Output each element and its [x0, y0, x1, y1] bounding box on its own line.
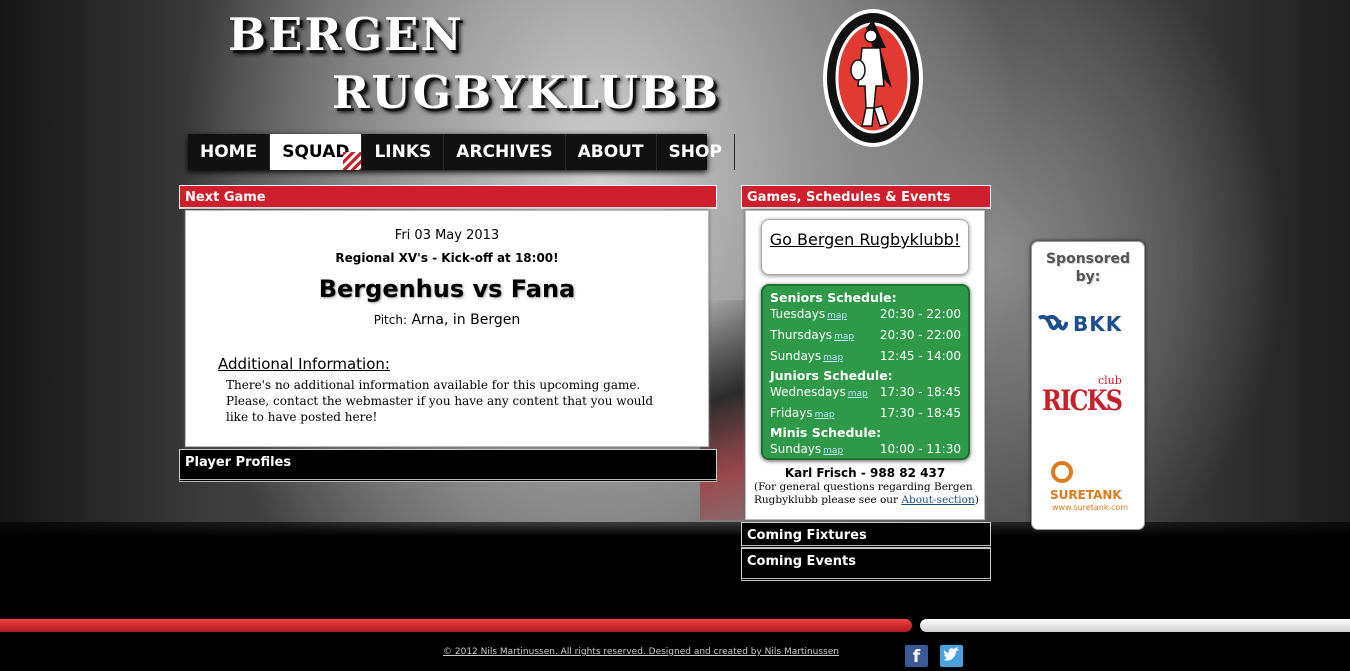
- game-date: Fri 03 May 2013: [394, 228, 500, 243]
- game-teams: Bergenhus vs Fana: [318, 275, 576, 303]
- suretank-flame-icon: [1051, 461, 1073, 483]
- schedule-row: Fridays map 17:30 - 18:45: [770, 404, 961, 425]
- player-profiles-heading[interactable]: Player Profiles: [179, 449, 717, 482]
- twitter-bird-icon: [943, 647, 959, 661]
- ricks-logo-text: RICKS: [1042, 384, 1123, 417]
- coming-fixtures-heading[interactable]: Coming Fixtures: [741, 522, 991, 548]
- map-link[interactable]: map: [823, 446, 843, 456]
- sponsor-box: Sponsored by: BKK club RICKS SURETANK ww…: [1031, 241, 1145, 530]
- bkk-logo-text: BKK: [1073, 312, 1123, 336]
- contact-name: Karl Frisch - 988 82 437: [784, 466, 946, 480]
- seniors-title: Seniors Schedule:: [770, 290, 897, 305]
- suretank-logo-text: SURETANK: [1050, 488, 1122, 502]
- sponsor-bkk-logo[interactable]: BKK: [1036, 312, 1142, 336]
- twitter-icon[interactable]: [940, 645, 963, 667]
- coming-events-heading[interactable]: Coming Events: [741, 548, 991, 581]
- schedule-row: Tuesdays map 20:30 - 22:00: [770, 305, 961, 326]
- schedule-row: Thursdays map 20:30 - 22:00: [770, 326, 961, 347]
- juniors-title: Juniors Schedule:: [770, 368, 893, 383]
- main-nav: HOME SQUAD LINKS ARCHIVES ABOUT SHOP: [188, 134, 735, 170]
- suretank-url-text: www.suretank.com: [1052, 503, 1129, 512]
- coming-fixtures-label: Coming Fixtures: [747, 528, 867, 543]
- site-title-line1[interactable]: BERGEN: [228, 8, 464, 61]
- map-link[interactable]: map: [827, 311, 847, 321]
- schedule-row: Sundays map 12:45 - 14:00: [770, 347, 961, 368]
- map-link[interactable]: map: [848, 389, 868, 399]
- nav-archives[interactable]: ARCHIVES: [444, 134, 566, 170]
- sponsor-title: Sponsored by:: [1045, 251, 1131, 285]
- facebook-icon[interactable]: f: [905, 645, 928, 667]
- day-label: Thursdays: [770, 328, 833, 342]
- time-label: 17:30 - 18:45: [879, 406, 961, 420]
- pitch-label: Pitch:: [373, 313, 408, 327]
- game-type: Regional XV's - Kick-off at 18:00!: [335, 251, 559, 265]
- next-game-panel: Fri 03 May 2013 Regional XV's - Kick-off…: [185, 210, 709, 447]
- day-label: Tuesdays: [770, 307, 826, 321]
- coming-events-label: Coming Events: [747, 554, 856, 569]
- footer-red-bar: [0, 619, 912, 632]
- map-link[interactable]: map: [815, 410, 835, 420]
- contact-note: (For general questions regarding Bergen …: [754, 481, 979, 507]
- day-label: Sundays: [770, 442, 822, 456]
- day-label: Fridays: [770, 406, 813, 420]
- nav-about[interactable]: ABOUT: [566, 134, 657, 170]
- time-label: 12:45 - 14:00: [879, 349, 961, 363]
- nav-shop[interactable]: SHOP: [657, 134, 735, 170]
- time-label: 20:30 - 22:00: [879, 307, 961, 321]
- sponsor-ricks-logo[interactable]: club RICKS: [1040, 374, 1140, 420]
- contact-note-close: ): [974, 494, 979, 506]
- time-label: 17:30 - 18:45: [879, 385, 961, 399]
- background-bottom-fade: [0, 522, 1350, 667]
- schedules-heading: Games, Schedules & Events: [741, 185, 991, 209]
- day-label: Wednesdays: [770, 385, 846, 399]
- about-section-link[interactable]: About-section: [901, 494, 974, 506]
- sponsor-suretank-logo[interactable]: SURETANK www.suretank.com: [1036, 460, 1142, 516]
- map-link[interactable]: map: [834, 332, 854, 342]
- schedule-row: Sundays map 10:00 - 11:30: [770, 440, 961, 461]
- map-link[interactable]: map: [823, 353, 843, 363]
- schedule-row: Wednesdays map 17:30 - 18:45: [770, 383, 961, 404]
- next-game-heading: Next Game: [179, 185, 717, 209]
- minis-title: Minis Schedule:: [770, 425, 882, 440]
- schedules-panel: Go Bergen Rugbyklubb! Seniors Schedule: …: [745, 210, 985, 520]
- footer-white-bar: [920, 619, 1350, 632]
- go-bergen-button[interactable]: Go Bergen Rugbyklubb!: [761, 219, 969, 275]
- site-title-line2[interactable]: RUGBYKLUBB: [332, 66, 720, 119]
- nav-squad[interactable]: SQUAD: [270, 134, 363, 170]
- player-profiles-label: Player Profiles: [185, 455, 292, 470]
- game-pitch: Pitch: Arna, in Bergen: [186, 312, 708, 328]
- pitch-value: Arna, in Bergen: [411, 312, 521, 328]
- schedule-box: Seniors Schedule: Tuesdays map 20:30 - 22…: [761, 284, 970, 460]
- additional-info-text: There's no additional information availa…: [226, 378, 654, 424]
- time-label: 10:00 - 11:30: [879, 442, 961, 456]
- bkk-wave-icon: [1038, 314, 1068, 331]
- club-logo[interactable]: [822, 8, 924, 148]
- time-label: 20:30 - 22:00: [879, 328, 961, 342]
- footer-copyright[interactable]: © 2012 Nils Martinussen. All rights rese…: [443, 647, 839, 657]
- additional-info-heading: Additional Information:: [218, 355, 390, 373]
- nav-links[interactable]: LINKS: [362, 134, 445, 170]
- day-label: Sundays: [770, 349, 822, 363]
- nav-home[interactable]: HOME: [188, 134, 271, 170]
